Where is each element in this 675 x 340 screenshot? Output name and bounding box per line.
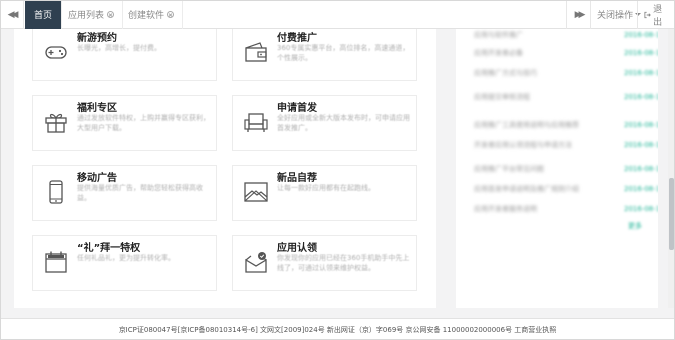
list-item-title: 应用推广工具使用说明与应用推荐 [474,121,579,129]
list-item-date: 2016-08-18 [624,93,658,101]
announcement-list-panel: 应用与软件推广 2016-08-18 应用开发者必备 2016-08-18 应用… [456,29,658,308]
card-description: 提供海量优质广告，帮助您轻松获得高收益。 [77,184,203,202]
card-title: 申请首发 [277,103,317,114]
list-item-date: 2016-08-18 [624,165,658,173]
scroll-tabs-left-button[interactable]: ◀◀ [0,0,24,29]
tab-create-software[interactable]: 创建软件 [120,0,184,29]
card-new-game-reservation[interactable]: 新游预约 长曝光，高增长，提付费。 [32,29,217,81]
list-item-title: 应用推广方式与技巧 [474,69,537,77]
list-item[interactable]: 应用推广工具使用说明与应用推荐 2016-08-18 [474,121,658,135]
list-item[interactable]: 应用推广方式与技巧 2016-08-18 [474,69,658,83]
card-paid-promotion[interactable]: 付费推广 360专属实惠平台，高位排名，高速通道，个性展示。 [232,29,417,81]
gamepad-icon [45,46,67,59]
card-mobile-ads[interactable]: 移动广告 提供海量优质广告，帮助您轻松获得高收益。 [32,165,217,221]
card-monday-privilege[interactable]: “礼”拜一特权 任何礼品礼，更为提升转化率。 [32,235,217,291]
double-chevron-left-icon: ◀◀ [7,9,19,20]
list-item[interactable]: 应用提交审核流程 2016-08-18 [474,93,658,107]
exit-label: 退出 [653,4,663,28]
card-title: 新游预约 [77,33,117,44]
phone-icon [49,180,63,204]
list-item[interactable]: 应用开发者必备 2016-08-18 [474,49,658,63]
service-cards-panel: 新游预约 长曝光，高增长，提付费。 付费推广 360专属实惠平台，高位排名，高速… [14,29,436,308]
logout-icon [644,11,651,18]
card-description: 长曝光，高增长，提付费。 [77,44,161,52]
list-item-date: 2016-08-18 [624,141,658,149]
exit-button[interactable]: 退出 [637,0,675,29]
card-apply-first-release[interactable]: 申请首发 全好应用或全新大版本发布时，可申请应用首发推广。 [232,95,417,151]
list-item-title: 应用推广平台常见问题 [474,165,544,173]
tab-home[interactable]: 首页 [25,0,63,29]
list-item-title: 应用首发申请说明及推广规则介绍 [474,185,579,193]
close-operations-label: 关闭操作 [597,11,634,21]
card-title: 付费推广 [277,33,317,44]
wallet-icon [245,42,267,62]
list-item-date: 2016-08-18 [624,185,658,193]
footer: 京ICP证080047号[京ICP备08010314号-6] 文网文[2009]… [0,318,675,340]
tab-app-list-label: 应用列表 [68,11,105,21]
card-description: 通过发放软件特权，上购并赢得专区获利，大型用户下载。 [77,114,210,132]
card-new-product-recommend[interactable]: 新品自荐 让每一款好应用都有在起跑线。 [232,165,417,221]
sofa-icon [244,113,268,132]
list-item-date: 2016-08-18 [624,69,658,77]
calendar-icon [45,251,67,273]
list-item-title: 应用与软件推广 [474,31,523,39]
list-item-date: 2016-08-18 [624,205,658,213]
gift-icon [45,113,67,133]
image-icon [244,182,268,202]
list-item-date: 2016-08-18 [624,31,658,39]
tab-bar: ◀◀ 首页 应用列表 创建软件 ▶▶ 关闭操作 退出 [0,0,675,29]
footer-license-text: 京ICP证080047号[京ICP备08010314号-6] 文网文[2009]… [118,325,557,334]
list-item-date: 2016-08-18 [624,49,658,57]
tab-app-list[interactable]: 应用列表 [60,0,124,29]
scroll-tabs-right-button[interactable]: ▶▶ [566,0,590,29]
claim-icon [245,252,267,273]
card-title: 新品自荐 [277,173,317,184]
list-item[interactable]: 应用推广平台常见问题 2016-08-18 [474,165,658,179]
card-title: 应用认领 [277,243,317,254]
card-description: 任何礼品礼，更为提升转化率。 [77,254,175,262]
list-item-title: 应用提交审核流程 [474,93,530,101]
card-description: 让每一款好应用都有在起跑线。 [277,184,375,192]
list-item[interactable]: 应用首发申请说明及推广规则介绍 2016-08-18 [474,185,658,199]
close-tab-icon[interactable] [107,11,115,18]
card-description: 360专属实惠平台，高位排名，高速通道，个性展示。 [277,44,410,62]
scrollbar-thumb[interactable] [669,178,674,250]
list-item[interactable]: 应用与软件推广 2016-08-18 [474,31,658,45]
tab-home-label: 首页 [34,11,53,21]
list-item[interactable]: 开发者应用认领流程与申请方法 2016-08-18 [474,141,658,155]
card-title: “礼”拜一特权 [77,243,141,254]
list-item-title: 应用开发者必备 [474,49,523,57]
card-app-claim[interactable]: 应用认领 你发现你的应用已经在360手机助手中先上线了，可通过认领来维护权益。 [232,235,417,291]
card-title: 福利专区 [77,103,117,114]
card-title: 移动广告 [77,173,117,184]
double-chevron-right-icon: ▶▶ [574,9,586,20]
list-item-title: 开发者应用认领流程与申请方法 [474,141,572,149]
card-description: 你发现你的应用已经在360手机助手中先上线了，可通过认领来维护权益。 [277,254,410,272]
close-tab-icon[interactable] [167,11,175,18]
scrollbar-track[interactable] [668,29,675,308]
list-item[interactable]: 应用开发者服务说明 2016-08-18 [474,205,658,219]
card-description: 全好应用或全新大版本发布时，可申请应用首发推广。 [277,114,410,132]
more-link[interactable]: 更多 [628,221,642,231]
card-welfare-zone[interactable]: 福利专区 通过发放软件特权，上购并赢得专区获利，大型用户下载。 [32,95,217,151]
list-item-title: 应用开发者服务说明 [474,205,537,213]
list-item-date: 2016-08-18 [624,121,658,129]
tab-create-software-label: 创建软件 [128,11,165,21]
